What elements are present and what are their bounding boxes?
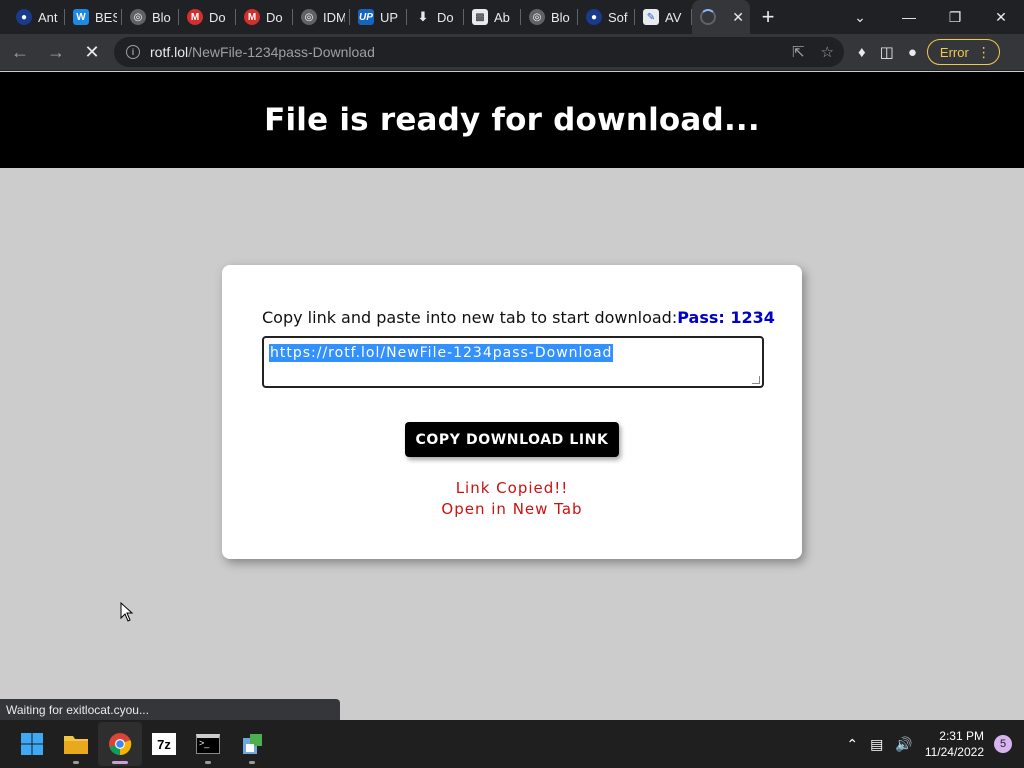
error-button[interactable]: Error ⋮ [926, 39, 1000, 65]
site-info-icon[interactable]: i [126, 45, 140, 59]
tab-10[interactable]: ● Sof [578, 0, 635, 34]
tab-2[interactable]: ◎ Blo [122, 0, 179, 34]
notification-badge[interactable]: 5 [994, 735, 1012, 753]
tab-8[interactable]: ▩ Ab [464, 0, 521, 34]
tab-9[interactable]: ◎ Blo [521, 0, 578, 34]
url-path: /NewFile-1234pass-Download [188, 44, 375, 60]
chrome-icon [109, 733, 132, 756]
running-indicator [205, 761, 211, 764]
tab-6[interactable]: UP UP [350, 0, 407, 34]
menu-dots-icon: ⋮ [976, 43, 991, 60]
start-button[interactable] [10, 722, 54, 766]
forward-button[interactable]: → [40, 36, 72, 68]
toolbar-icons: ♦ ◫ ● [858, 43, 917, 62]
w-icon: W [73, 9, 89, 25]
volume-icon[interactable]: 🔊 [895, 736, 912, 753]
open-new-tab-message: Open in New Tab [441, 500, 583, 518]
close-tab-icon[interactable]: ✕ [732, 9, 744, 26]
7zip-button[interactable]: 7z [142, 722, 186, 766]
instruction-label: Copy link and paste into new tab to star… [262, 308, 678, 327]
side-panel-icon[interactable]: ◫ [880, 43, 894, 61]
tab-11[interactable]: ✎ AV [635, 0, 692, 34]
download-link-text: https://rotf.lol/NewFile-1234pass-Downlo… [269, 344, 614, 362]
film-icon: ▩ [472, 9, 488, 25]
tab-1[interactable]: W BES [65, 0, 122, 34]
profile-icon[interactable]: ● [908, 44, 917, 61]
terminal-button[interactable]: >_ [186, 722, 230, 766]
globe-icon: ◎ [130, 9, 146, 25]
file-explorer-button[interactable] [54, 722, 98, 766]
mega-icon: M [187, 9, 203, 25]
installer-icon [243, 734, 262, 754]
globe-icon: ◎ [529, 9, 545, 25]
instruction-text: Copy link and paste into new tab to star… [262, 308, 775, 327]
back-button[interactable]: ← [4, 36, 36, 68]
pencil-icon: ✎ [643, 9, 659, 25]
tab-list: ● Ant W BES ◎ Blo M Do M Do ◎ IDM UP UP ⬇ Do ▩ Ab… [0, 0, 750, 34]
tab-search-icon[interactable]: ⌄ [840, 0, 880, 34]
window-controls: ⌄ — ❐ ✕ [840, 0, 1024, 34]
bookmark-star-icon[interactable]: ☆ [821, 43, 834, 61]
page-title: File is ready for download... [264, 102, 760, 138]
minimize-button[interactable]: — [886, 0, 932, 34]
resize-grip-icon[interactable] [752, 376, 760, 384]
active-indicator [112, 761, 128, 764]
password-label: Pass: 1234 [677, 308, 775, 327]
taskbar: 7z >_ ⌃ ▤ 🔊 2:31 PM 11/24/2022 5 [0, 720, 1024, 768]
tab-3[interactable]: M Do [179, 0, 236, 34]
tab-5[interactable]: ◎ IDM [293, 0, 350, 34]
running-indicator [249, 761, 255, 764]
link-copied-message: Link Copied!! [455, 479, 569, 497]
address-bar[interactable]: i rotf.lol/NewFile-1234pass-Download ⇱ ☆ [114, 37, 844, 67]
user-icon: ● [16, 9, 32, 25]
folder-icon [64, 736, 88, 754]
user-icon: ● [586, 9, 602, 25]
loading-spinner-icon [700, 9, 716, 25]
browser-toolbar: ← → ✕ i rotf.lol/NewFile-1234pass-Downlo… [0, 34, 1024, 71]
download-link-textarea[interactable]: https://rotf.lol/NewFile-1234pass-Downlo… [262, 336, 764, 388]
terminal-icon: >_ [196, 734, 220, 754]
chrome-button[interactable] [98, 722, 142, 766]
clock-date: 11/24/2022 [924, 745, 984, 759]
url-host: rotf.lol [150, 44, 189, 60]
close-window-button[interactable]: ✕ [978, 0, 1024, 34]
globe-icon: ◎ [301, 9, 317, 25]
omnibox-actions: ⇱ ☆ [792, 43, 834, 61]
download-card: Copy link and paste into new tab to star… [222, 265, 802, 559]
new-tab-button[interactable]: + [750, 0, 786, 34]
copy-download-link-button[interactable]: COPY DOWNLOAD LINK [405, 422, 619, 457]
running-indicator [73, 761, 79, 764]
clock[interactable]: 2:31 PM 11/24/2022 [925, 728, 984, 760]
7zip-icon: 7z [152, 733, 176, 755]
error-label: Error [939, 44, 969, 60]
chevron-up-icon[interactable]: ⌃ [846, 736, 858, 753]
up-icon: UP [358, 9, 374, 25]
clock-time: 2:31 PM [939, 729, 984, 743]
system-tray: ⌃ ▤ 🔊 2:31 PM 11/24/2022 5 [846, 720, 1024, 768]
page-header: File is ready for download... [0, 72, 1024, 168]
windows-logo-icon [21, 733, 43, 755]
restore-button[interactable]: ❐ [932, 0, 978, 34]
download-icon: ⬇ [417, 9, 429, 24]
tab-strip: ● Ant W BES ◎ Blo M Do M Do ◎ IDM UP UP ⬇ Do ▩ Ab… [0, 0, 1024, 34]
share-icon[interactable]: ⇱ [792, 43, 805, 61]
status-bar: Waiting for exitlocat.cyou... [0, 699, 340, 720]
tab-7[interactable]: ⬇ Do [407, 0, 464, 34]
tab-0[interactable]: ● Ant [8, 0, 65, 34]
extensions-icon[interactable]: ♦ [858, 44, 866, 61]
mega-icon: M [244, 9, 260, 25]
installer-button[interactable] [230, 722, 274, 766]
network-icon[interactable]: ▤ [870, 736, 883, 753]
tab-active[interactable]: ✕ [692, 0, 750, 34]
stop-loading-button[interactable]: ✕ [76, 36, 108, 68]
tab-4[interactable]: M Do [236, 0, 293, 34]
